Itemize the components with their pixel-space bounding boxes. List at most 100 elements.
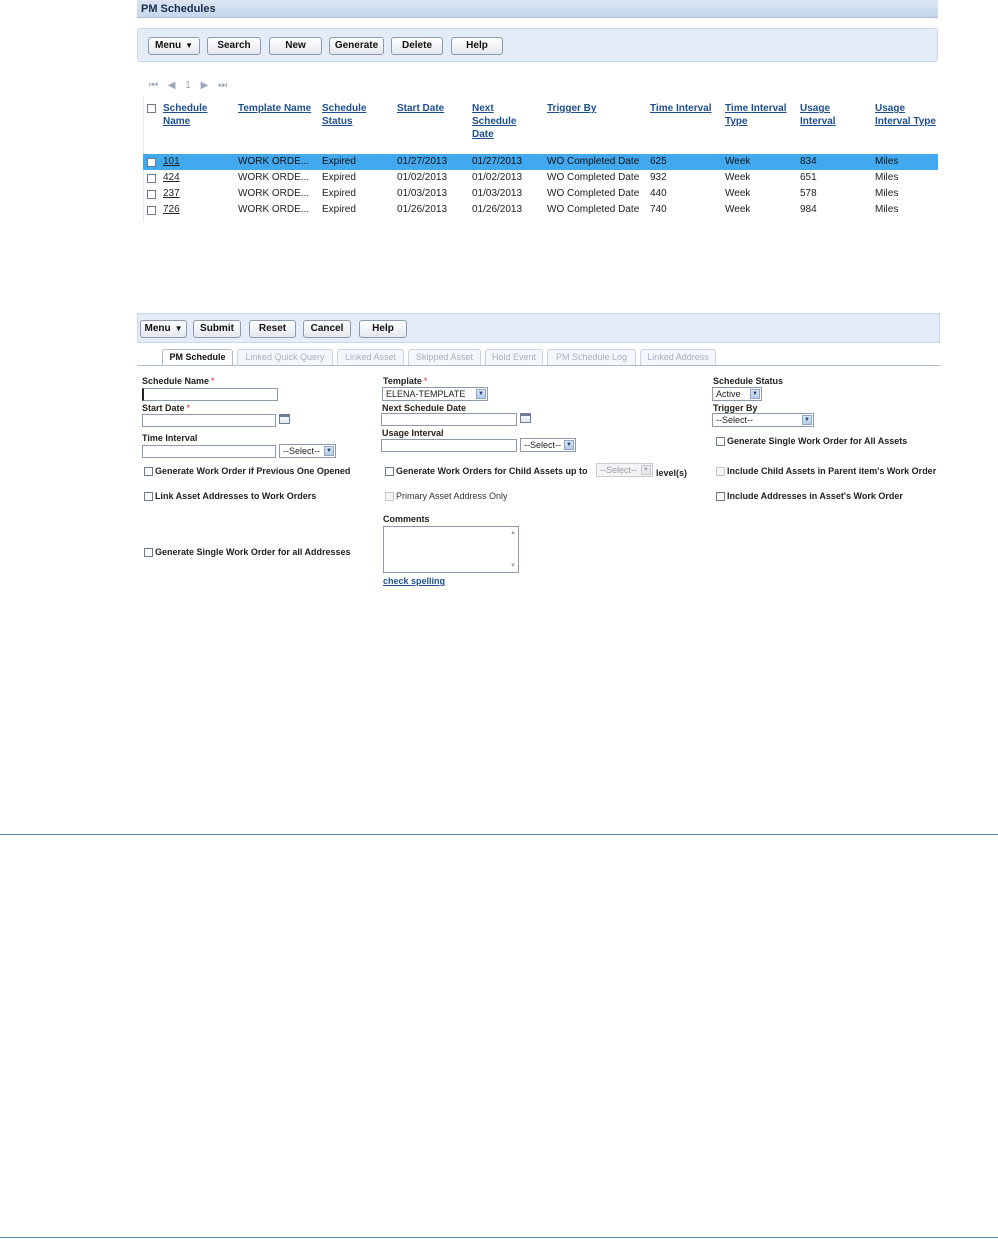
form-help-button[interactable]: Help: [359, 320, 407, 338]
time-interval-input[interactable]: [142, 445, 276, 458]
schedule-link[interactable]: 101: [163, 156, 180, 167]
trigger-by-select[interactable]: --Select-- ▼: [712, 413, 814, 427]
tab-skipped-asset[interactable]: Skipped Asset: [408, 349, 481, 365]
delete-button[interactable]: Delete: [391, 37, 443, 55]
tab-linked-asset[interactable]: Linked Asset: [337, 349, 404, 365]
col-time-interval[interactable]: Time Interval: [650, 102, 712, 115]
comments-textarea[interactable]: ▲ ▼: [383, 526, 519, 573]
link-asset-addresses-checkbox[interactable]: [144, 492, 153, 501]
col-label[interactable]: Usage: [800, 103, 830, 114]
col-label[interactable]: Start Date: [397, 103, 444, 114]
cancel-button[interactable]: Cancel: [303, 320, 351, 338]
include-addresses-checkbox[interactable]: [716, 492, 725, 501]
row-checkbox[interactable]: [147, 158, 156, 167]
schedule-link[interactable]: 424: [163, 172, 180, 183]
primary-asset-address-checkbox[interactable]: [385, 492, 394, 501]
col-schedule-status[interactable]: Schedule Status: [322, 102, 366, 128]
next-schedule-date-input[interactable]: [381, 413, 517, 426]
submit-button[interactable]: Submit: [193, 320, 241, 338]
scroll-down-icon[interactable]: ▼: [508, 561, 518, 571]
col-label[interactable]: Time Interval: [725, 103, 787, 114]
col-label[interactable]: Schedule: [163, 103, 207, 114]
schedule-name-input[interactable]: [142, 388, 278, 401]
col-label[interactable]: Date: [472, 129, 494, 140]
col-label[interactable]: Schedule: [322, 103, 366, 114]
col-start-date[interactable]: Start Date: [397, 102, 444, 115]
col-label[interactable]: Interval: [800, 116, 836, 127]
cell-schedule-name[interactable]: 237: [163, 186, 180, 202]
col-template-name[interactable]: Template Name: [238, 102, 311, 115]
table-row[interactable]: 237 WORK ORDE... Expired 01/03/2013 01/0…: [143, 186, 938, 202]
col-label[interactable]: Name: [163, 116, 190, 127]
col-time-interval-type[interactable]: Time Interval Type: [725, 102, 787, 128]
start-date-calendar-icon[interactable]: [279, 414, 290, 424]
schedule-link[interactable]: 237: [163, 188, 180, 199]
table-row[interactable]: 726 WORK ORDE... Expired 01/26/2013 01/2…: [143, 202, 938, 218]
usage-interval-input[interactable]: [381, 439, 517, 452]
schedule-status-select[interactable]: Active ▼: [712, 387, 762, 401]
select-all-checkbox[interactable]: [147, 104, 156, 113]
pager-page-number[interactable]: 1: [185, 80, 191, 91]
col-label[interactable]: Time Interval: [650, 103, 712, 114]
row-checkbox[interactable]: [147, 206, 156, 215]
pager-last-icon[interactable]: ⏭: [218, 80, 227, 91]
col-schedule-name[interactable]: Schedule Name: [163, 102, 207, 128]
col-label[interactable]: Usage: [875, 103, 905, 114]
template-select[interactable]: ELENA-TEMPLATE ▼: [382, 387, 488, 401]
cell-usage-interval: 651: [800, 172, 817, 183]
wo-if-previous-open-checkbox[interactable]: [144, 467, 153, 476]
tab-pm-schedule-log[interactable]: PM Schedule Log: [547, 349, 636, 365]
single-wo-all-addresses-checkbox[interactable]: [144, 548, 153, 557]
col-label[interactable]: Schedule: [472, 116, 516, 127]
new-button[interactable]: New: [269, 37, 322, 55]
check-spelling-link[interactable]: check spelling: [383, 576, 445, 586]
tab-pm-schedule[interactable]: PM Schedule: [162, 349, 233, 366]
child-levels-select[interactable]: --Select-- ▼: [596, 463, 653, 477]
col-trigger-by[interactable]: Trigger By: [547, 102, 596, 115]
table-row[interactable]: 101 WORK ORDE... Expired 01/27/2013 01/2…: [143, 154, 938, 170]
col-label[interactable]: Template Name: [238, 103, 311, 114]
form-menu-button[interactable]: Menu ▼: [140, 320, 187, 338]
cell-schedule-name[interactable]: 726: [163, 202, 180, 218]
pager-next-icon[interactable]: ▶: [201, 80, 209, 91]
next-schedule-date-calendar-icon[interactable]: [520, 413, 531, 423]
generate-button[interactable]: Generate: [329, 37, 384, 55]
single-wo-all-assets-checkbox[interactable]: [716, 437, 725, 446]
tab-strip-line: [137, 365, 940, 366]
cell-trigger: WO Completed Date: [547, 172, 640, 183]
cell-schedule-name[interactable]: 101: [163, 154, 180, 170]
menu-caret-icon: ▼: [174, 324, 183, 333]
pager-first-icon[interactable]: ⏮: [149, 80, 158, 91]
menu-button[interactable]: Menu ▼: [148, 37, 200, 55]
help-button[interactable]: Help: [451, 37, 503, 55]
wo-child-assets-checkbox[interactable]: [385, 467, 394, 476]
col-label[interactable]: Type: [725, 116, 748, 127]
col-label[interactable]: Interval Type: [875, 116, 936, 127]
form-toolbar: Menu ▼ Submit Reset Cancel Help: [137, 313, 940, 343]
include-child-assets-checkbox[interactable]: [716, 467, 725, 476]
tab-linked-address[interactable]: Linked Address: [640, 349, 716, 365]
usage-interval-type-select[interactable]: --Select-- ▼: [520, 438, 576, 452]
time-interval-type-select[interactable]: --Select-- ▼: [279, 444, 336, 458]
chevron-down-icon: ▼: [641, 465, 651, 475]
label-text: Start Date: [142, 403, 185, 413]
row-checkbox[interactable]: [147, 190, 156, 199]
col-usage-interval[interactable]: Usage Interval: [800, 102, 836, 128]
schedule-link[interactable]: 726: [163, 204, 180, 215]
cell-usage-interval: 834: [800, 156, 817, 167]
col-label[interactable]: Status: [322, 116, 353, 127]
tab-hold-event[interactable]: Hold Event: [485, 349, 543, 365]
col-next-schedule-date[interactable]: Next Schedule Date: [472, 102, 516, 141]
cell-schedule-name[interactable]: 424: [163, 170, 180, 186]
table-row[interactable]: 424 WORK ORDE... Expired 01/02/2013 01/0…: [143, 170, 938, 186]
pager-prev-icon[interactable]: ◀: [168, 80, 176, 91]
search-button[interactable]: Search: [207, 37, 261, 55]
col-usage-interval-type[interactable]: Usage Interval Type: [875, 102, 936, 128]
col-label[interactable]: Next: [472, 103, 494, 114]
tab-linked-quick-query[interactable]: Linked Quick Query: [237, 349, 333, 365]
reset-button[interactable]: Reset: [249, 320, 296, 338]
scroll-up-icon[interactable]: ▲: [508, 528, 518, 538]
col-label[interactable]: Trigger By: [547, 103, 596, 114]
row-checkbox[interactable]: [147, 174, 156, 183]
start-date-input[interactable]: [142, 414, 276, 427]
